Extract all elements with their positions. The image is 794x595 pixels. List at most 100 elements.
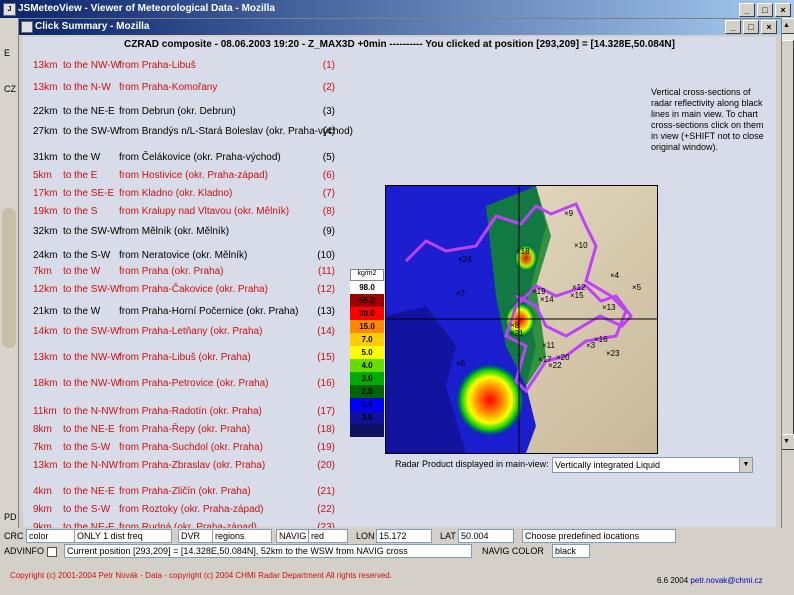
navig-color-select[interactable]: red	[308, 529, 348, 543]
radar-location-label[interactable]: ×19	[532, 287, 546, 296]
radar-location-label[interactable]: ×6	[456, 359, 466, 368]
background-page-strip: E CZ PD	[0, 18, 18, 528]
minimize-button[interactable]: _	[739, 3, 755, 17]
browser-window: J JSMeteoView - Viewer of Meteorological…	[0, 0, 794, 595]
legend-class: 1.5	[350, 398, 384, 411]
composite-header: CZRAD composite - 08.06.2003 19:20 - Z_M…	[124, 39, 675, 50]
product-row: Radar Product displayed in main-view:	[395, 459, 549, 469]
row-number: (15)	[317, 352, 335, 363]
radar-location-label[interactable]: ×14	[540, 295, 554, 304]
lat-field[interactable]: 50.004	[458, 529, 514, 543]
radar-location-label[interactable]: ×18	[516, 247, 530, 256]
row-from: from Debrun (okr. Debrun)	[119, 106, 236, 117]
row-distance: 18km	[33, 378, 58, 389]
row-direction: to the NW-W	[63, 60, 121, 71]
row-number: (2)	[322, 82, 335, 93]
radar-location-label[interactable]: ×23	[606, 349, 620, 358]
radar-location-label[interactable]: ×24	[458, 255, 472, 264]
legend-class: 98.0	[350, 281, 384, 294]
radar-location-label[interactable]: ×7	[456, 289, 466, 298]
close-button[interactable]: ×	[775, 3, 791, 17]
list-row[interactable]: 13km to the N-NW from Praha-Zbraslav (okr.…	[23, 455, 353, 477]
legend-class: 3.0	[350, 372, 384, 385]
row-distance: 13km	[33, 352, 58, 363]
list-row[interactable]: 32km to the SW-W from Mělník (okr. Mělník)…	[23, 221, 353, 243]
product-select[interactable]: Vertically integrated Liquid ▼	[552, 457, 753, 473]
list-row[interactable]: 13km to the NW-W from Praha-Libuš (okr. Pr…	[23, 347, 353, 369]
lon-field[interactable]: 15.172	[376, 529, 432, 543]
radar-location-label[interactable]: ×3	[586, 341, 596, 350]
radar-location-label[interactable]: ×10	[574, 241, 588, 250]
cross-section-note: Vertical cross-sections of radar reflect…	[651, 87, 764, 152]
list-row[interactable]: 18km to the NW-W from Praha-Petrovice (okr…	[23, 373, 353, 395]
legend-class: 5.0	[350, 346, 384, 359]
row-number: (16)	[317, 378, 335, 389]
radar-location-label[interactable]: ×11	[542, 341, 556, 350]
radar-location-label[interactable]: ×16	[594, 335, 608, 344]
predefined-locations-select[interactable]: Choose predefined locations	[522, 529, 676, 543]
list-row[interactable]: 13km to the N-W from Praha-Komořany (2)	[23, 77, 353, 99]
row-distance: 19km	[33, 206, 58, 217]
bg-map-fragment	[2, 208, 16, 348]
radar-location-label[interactable]: ×5	[632, 283, 642, 292]
popup-content: CZRAD composite - 08.06.2003 19:20 - Z_M…	[23, 37, 776, 533]
product-label: Radar Product displayed in main-view:	[395, 459, 549, 469]
bg-label: E	[4, 48, 11, 58]
popup-maximize-button[interactable]: □	[743, 20, 759, 34]
copyright-text: Copyright (c) 2001-2004 Petr Novák - Dat…	[10, 571, 392, 580]
radar-location-label[interactable]: ×15	[570, 291, 584, 300]
list-row[interactable]: 27km to the SW-W from Brandýs n/L-Stará Bo…	[23, 121, 353, 143]
row-direction: to the N-NW	[63, 460, 119, 471]
window-titlebar: J JSMeteoView - Viewer of Meteorological…	[0, 0, 794, 18]
legend-unit: kg/m2	[350, 269, 384, 281]
popup-close-button[interactable]: ×	[761, 20, 777, 34]
row-number: (1)	[322, 60, 335, 71]
row-direction: to the SW-W	[63, 226, 120, 237]
maximize-button[interactable]: □	[757, 3, 773, 17]
row-number: (9)	[322, 226, 335, 237]
author-email-link[interactable]: petr.novak@chmi.cz	[690, 576, 762, 585]
radar-location-label[interactable]: ×17	[538, 355, 552, 364]
row-from: from Praha-Petrovice (okr. Praha)	[119, 378, 269, 389]
row-from: from Kralupy nad Vltavou (okr. Mělník)	[119, 206, 290, 217]
bottom-controls: CRC color ONLY 1 dist freq DVR regions N…	[0, 528, 794, 595]
bg-label: PD	[4, 512, 17, 522]
list-row[interactable]: 12km to the SW-W from Praha-Čakovice (okr.…	[23, 279, 353, 301]
regions-select[interactable]: regions	[212, 529, 272, 543]
navig-field[interactable]: NAVIG	[276, 529, 310, 543]
list-row[interactable]: 13km to the NW-W from Praha-Libuš (1)	[23, 55, 353, 77]
legend-class: 30.0	[350, 307, 384, 320]
list-row[interactable]: 22km to the NE-E from Debrun (okr. Debrun)…	[23, 101, 353, 123]
app-icon: J	[3, 3, 16, 16]
dvr-field[interactable]: DVR	[178, 529, 214, 543]
row-number: (4)	[322, 126, 335, 137]
row-distance: 13km	[33, 60, 58, 71]
advinfo-field[interactable]: Current position [293,209] = [14.328E,50…	[64, 544, 472, 558]
list-row[interactable]: 14km to the SW-W from Praha-Letňany (okr. …	[23, 321, 353, 343]
dist-freq-select[interactable]: ONLY 1 dist freq	[74, 529, 172, 543]
radar-location-label[interactable]: ×20	[556, 353, 570, 362]
list-row[interactable]: 21km to the W from Praha-Horní Počernice (…	[23, 301, 353, 323]
product-value: Vertically integrated Liquid	[555, 460, 661, 470]
radar-location-label[interactable]: ×9	[564, 209, 574, 218]
lat-label: LAT	[440, 531, 456, 541]
list-row[interactable]: 19km to the S from Kralupy nad Vltavou (ok…	[23, 201, 353, 223]
legend-class: 65.0	[350, 294, 384, 307]
row-number: (8)	[322, 206, 335, 217]
click-summary-popup: Click Summary - Mozilla _ □ × CZRAD compos…	[18, 18, 782, 533]
navig-color-select[interactable]: black	[552, 544, 590, 558]
radar-location-label[interactable]: ×13	[602, 303, 616, 312]
crc-label: CRC	[4, 531, 24, 541]
row-distance: 27km	[33, 126, 58, 137]
radar-location-label[interactable]: ×12	[572, 283, 586, 292]
legend-class: 15.0	[350, 320, 384, 333]
color-select[interactable]: color	[26, 529, 76, 543]
radar-location-label[interactable]: ×4	[610, 271, 620, 280]
advinfo-checkbox[interactable]	[46, 546, 57, 557]
popup-minimize-button[interactable]: _	[725, 20, 741, 34]
radar-image[interactable]: ×9 ×10 ×24 ×18 ×4 ×15 ×5 ×12 ×14 ×13 ×19 ×16 ×7 ×8 ×22…	[385, 185, 658, 454]
legend-class: 4.0	[350, 359, 384, 372]
radar-location-label[interactable]: ×21	[510, 329, 524, 338]
row-number: (14)	[317, 326, 335, 337]
popup-title: Click Summary - Mozilla	[35, 21, 150, 32]
